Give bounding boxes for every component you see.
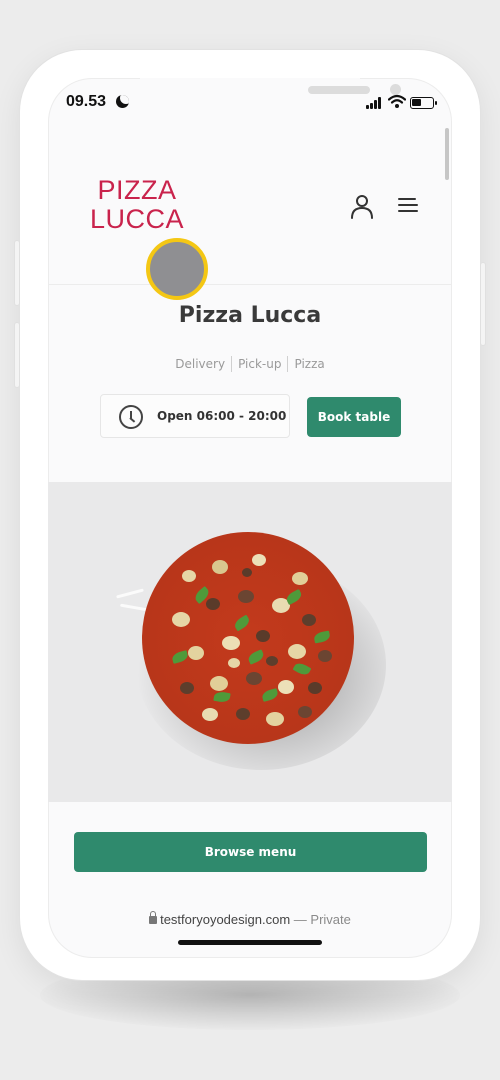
home-indicator[interactable] (178, 940, 322, 945)
status-bar: 09.53 (48, 78, 452, 126)
book-table-button[interactable]: Book table (307, 397, 401, 437)
tag-delivery: Delivery (175, 357, 226, 371)
mushroom-topping (242, 568, 252, 577)
phone-screen: 09.53 PIZZA LUCCA Pizza Lucca Delivery P… (48, 78, 452, 958)
pizza-lucca-logo[interactable]: PIZZA LUCCA (90, 176, 184, 234)
mozzarella-topping (212, 560, 228, 574)
speaker-grille (308, 86, 370, 94)
lock-icon (149, 911, 158, 924)
mozzarella-topping (222, 636, 240, 650)
opening-hours-text: Open 06:00 - 20:00 (157, 409, 287, 423)
mozzarella-topping (266, 712, 284, 726)
mushroom-topping (246, 672, 262, 685)
restaurant-tags: Delivery Pick-up Pizza (48, 356, 452, 372)
pizza-photo (142, 532, 354, 744)
mozzarella-topping (292, 572, 308, 585)
mozzarella-topping (202, 708, 218, 721)
motion-streak (119, 603, 149, 612)
mozzarella-topping (210, 676, 228, 691)
battery-icon (410, 97, 437, 109)
logo-line-2: LUCCA (90, 204, 185, 234)
mozzarella-topping (172, 612, 190, 627)
private-mode-label: Private (310, 912, 351, 927)
moon-icon (116, 95, 129, 108)
mushroom-topping (298, 706, 312, 718)
hamburger-icon[interactable] (396, 194, 422, 218)
pizza-hero-image (48, 482, 452, 802)
mozzarella-topping (182, 570, 196, 582)
basil-leaf (232, 614, 252, 632)
clock-icon (119, 405, 143, 429)
touch-indicator (146, 238, 208, 300)
mushroom-topping (236, 708, 250, 720)
mute-switch (14, 240, 20, 306)
power-button (480, 262, 486, 346)
basil-leaf (170, 650, 190, 664)
tag-pickup: Pick-up (231, 356, 287, 372)
basil-leaf (246, 649, 266, 665)
logo-line-1: PIZZA (97, 175, 177, 205)
mozzarella-topping (252, 554, 266, 566)
user-icon[interactable] (348, 192, 376, 220)
basil-leaf (213, 690, 231, 704)
mushroom-topping (318, 650, 332, 662)
mozzarella-topping (288, 644, 306, 659)
signal-icon (366, 97, 384, 109)
volume-button (14, 322, 20, 388)
motion-streak (116, 588, 144, 599)
mushroom-topping (256, 630, 270, 642)
mushroom-topping (266, 656, 278, 666)
basil-leaf (313, 630, 331, 644)
mozzarella-topping (278, 680, 294, 694)
mushroom-topping (206, 598, 220, 610)
tag-pizza: Pizza (287, 356, 330, 372)
basil-leaf (284, 588, 304, 606)
browser-url-bar[interactable]: testforyoyodesign.com — Private (48, 911, 452, 927)
scrollbar[interactable] (445, 128, 449, 180)
mozzarella-topping (228, 658, 240, 668)
url-domain: testforyoyodesign.com (160, 912, 291, 927)
url-separator: — (293, 912, 307, 927)
wifi-icon (388, 94, 406, 108)
opening-hours-badge: Open 06:00 - 20:00 (100, 394, 290, 438)
browse-menu-button[interactable]: Browse menu (74, 832, 427, 872)
mushroom-topping (302, 614, 316, 626)
mushroom-topping (238, 590, 254, 603)
mushroom-topping (180, 682, 194, 694)
notch (140, 78, 401, 110)
basil-leaf (292, 660, 312, 678)
status-time: 09.53 (66, 93, 107, 110)
mozzarella-topping (188, 646, 204, 660)
mushroom-topping (308, 682, 322, 694)
header-divider (48, 284, 452, 285)
restaurant-name: Pizza Lucca (178, 303, 322, 328)
basil-leaf (260, 688, 280, 702)
